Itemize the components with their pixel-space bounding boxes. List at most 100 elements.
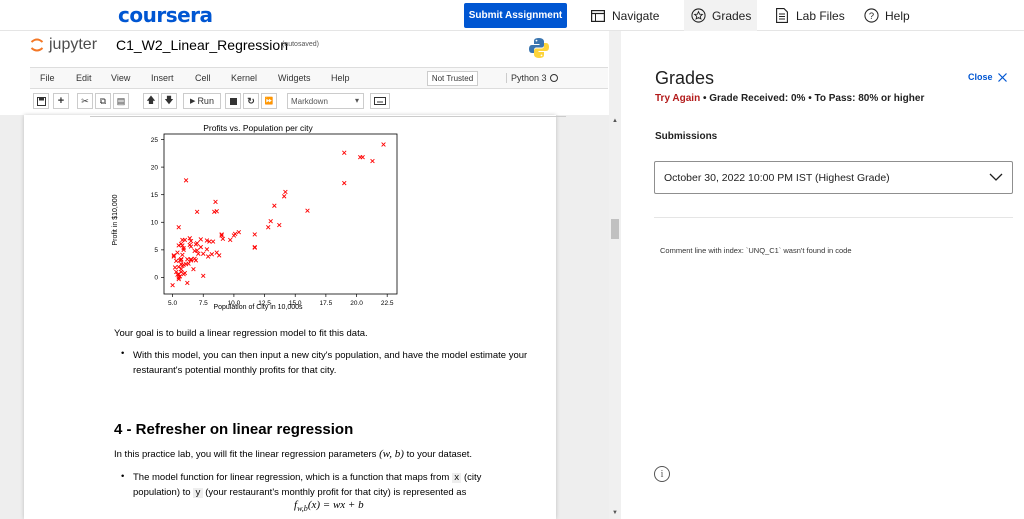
- menu-insert[interactable]: Insert: [151, 73, 174, 83]
- navigate-button[interactable]: Navigate: [590, 0, 659, 31]
- coursera-top-bar: coursera Submit Assignment Navigate Grad…: [0, 0, 1024, 31]
- y-tick-label: 10: [151, 220, 159, 227]
- y-tick-label: 20: [151, 164, 159, 171]
- bullet-text-1a: With this model, you can then input a ne…: [133, 350, 528, 361]
- menu-view[interactable]: View: [111, 73, 130, 83]
- keyboard-icon[interactable]: [370, 93, 390, 109]
- model-formula: fw,b(x) = wx + b: [294, 499, 364, 513]
- menu-edit[interactable]: Edit: [76, 73, 92, 83]
- divider: [654, 217, 1013, 218]
- grade-received: Grade Received: 0%: [709, 93, 806, 104]
- coursera-logo[interactable]: coursera: [118, 3, 213, 27]
- grades-panel: Grades Close Try Again • Grade Received:…: [621, 31, 1024, 519]
- restart-icon[interactable]: ↻: [243, 93, 259, 109]
- kernel-status-icon: [550, 74, 558, 82]
- intro-text: In this practice lab, you will fit the l…: [114, 447, 472, 462]
- notebook-frame: jupyter C1_W2_Linear_Regression (autosav…: [0, 31, 621, 519]
- y-tick-label: 5: [154, 247, 158, 254]
- submit-assignment-button[interactable]: Submit Assignment: [464, 3, 567, 28]
- menu-widgets[interactable]: Widgets: [278, 73, 311, 83]
- grade-status: Try Again • Grade Received: 0% • To Pass…: [655, 93, 924, 104]
- star-icon: [690, 8, 706, 24]
- move-up-icon[interactable]: 🡅: [143, 93, 159, 109]
- trust-indicator[interactable]: Not Trusted: [427, 71, 478, 86]
- svg-text:?: ?: [868, 11, 873, 21]
- chevron-down-icon: ▾: [354, 96, 359, 105]
- menu-kernel[interactable]: Kernel: [231, 73, 257, 83]
- cell-type-select[interactable]: Markdown ▾: [287, 93, 364, 109]
- cell-divider: [90, 115, 566, 117]
- help-icon: ?: [863, 8, 879, 24]
- cell-type-value: Markdown: [291, 96, 328, 106]
- notebook-title[interactable]: C1_W2_Linear_Regression: [116, 37, 288, 53]
- grades-button[interactable]: Grades: [684, 0, 758, 31]
- notebook-header: jupyter C1_W2_Linear_Regression (autosav…: [0, 31, 609, 115]
- grades-title: Grades: [655, 68, 715, 88]
- jupyter-wordmark: jupyter: [49, 36, 98, 53]
- info-icon[interactable]: i: [654, 466, 670, 482]
- profits-scatter-chart: 5.0 7.5 10.0 12.5 15.0 17.5 20.0 22.50510152025…: [112, 123, 398, 311]
- formula-rest: (x) = wx + b: [307, 499, 364, 511]
- grader-comment: Comment line with index: `UNQ_C1` wasn't…: [660, 246, 852, 255]
- paste-icon[interactable]: ▤: [113, 93, 129, 109]
- x-tick-label: 7.5: [199, 300, 208, 307]
- notebook-scrollbar[interactable]: ▲ ▼: [609, 31, 621, 519]
- x-tick-label: 20.0: [350, 300, 363, 307]
- help-button[interactable]: ? Help: [863, 0, 910, 31]
- x-tick-label: 22.5: [381, 300, 394, 307]
- chart-title: Profits vs. Population per city: [203, 123, 313, 133]
- add-cell-icon[interactable]: +: [53, 93, 69, 109]
- grades-label: Grades: [712, 8, 752, 23]
- section-heading: 4 - Refresher on linear regression: [114, 421, 354, 438]
- y-tick-label: 25: [151, 137, 159, 144]
- y-tick-label: 15: [151, 192, 159, 199]
- bullet2-text-a: The model function for linear regression…: [133, 472, 452, 483]
- stop-icon[interactable]: [225, 93, 241, 109]
- jupyter-logo-icon: [30, 36, 44, 54]
- notebook-toolbar: + ✂ ⧉ ▤ 🡅 🡇 ▶ Run ↻ ⏩ Markdown ▾: [30, 91, 608, 113]
- bullet-marker: •: [121, 348, 125, 359]
- y-tick-label: 0: [154, 275, 158, 282]
- move-down-icon[interactable]: 🡇: [161, 93, 177, 109]
- notebook-menubar: File Edit View Insert Cell Kernel Widget…: [30, 67, 608, 89]
- menu-file[interactable]: File: [40, 73, 55, 83]
- menu-cell[interactable]: Cell: [195, 73, 211, 83]
- kernel-name: Python 3: [506, 73, 547, 83]
- menu-help[interactable]: Help: [331, 73, 350, 83]
- close-label: Close: [968, 72, 993, 82]
- lab-files-button[interactable]: Lab Files: [774, 0, 845, 31]
- submission-select[interactable]: October 30, 2022 10:00 PM IST (Highest G…: [654, 161, 1013, 194]
- chart-y-axis-label: Profit in $10,000: [112, 194, 119, 245]
- inline-code-y: y: [193, 488, 203, 498]
- goal-text: Your goal is to build a linear regressio…: [114, 328, 368, 339]
- chevron-down-icon: [988, 169, 1004, 188]
- cut-icon[interactable]: ✂: [77, 93, 93, 109]
- fast-forward-icon[interactable]: ⏩: [261, 93, 277, 109]
- help-label: Help: [885, 8, 910, 23]
- jupyter-logo[interactable]: jupyter: [30, 36, 97, 54]
- bullet-marker: •: [121, 471, 125, 482]
- close-button[interactable]: Close: [968, 72, 1007, 82]
- bullet2-text-d: (your restaurant's monthly profit for th…: [202, 487, 467, 498]
- intro-text-post: to your dataset.: [403, 449, 473, 460]
- copy-icon[interactable]: ⧉: [95, 93, 111, 109]
- bullet-text-2a: The model function for linear regression…: [133, 470, 481, 486]
- submissions-label: Submissions: [655, 131, 718, 142]
- bullet2-text-c: population) to: [133, 487, 194, 498]
- scroll-up-icon[interactable]: ▲: [609, 115, 621, 127]
- submission-selected-value: October 30, 2022 10:00 PM IST (Highest G…: [664, 171, 890, 184]
- inline-code-x: x: [451, 473, 462, 483]
- run-button[interactable]: ▶ Run: [183, 93, 221, 109]
- save-icon[interactable]: [33, 93, 49, 109]
- chart-x-axis-label: Population of City in 10,000s: [213, 304, 303, 311]
- run-label: Run: [197, 96, 214, 106]
- formula-subscript: w,b: [297, 504, 308, 514]
- autosave-status: (autosaved): [282, 41, 319, 48]
- notebook-body[interactable]: 5.0 7.5 10.0 12.5 15.0 17.5 20.0 22.5 0 5 10 15 20 25…: [0, 115, 609, 519]
- intro-text-pre: In this practice lab, you will fit the l…: [114, 449, 380, 460]
- scroll-down-icon[interactable]: ▼: [609, 507, 621, 519]
- scrollbar-thumb[interactable]: [611, 219, 619, 239]
- x-tick-label: 5.0: [168, 300, 177, 307]
- try-again-status: Try Again: [655, 93, 701, 104]
- navigate-label: Navigate: [612, 8, 660, 23]
